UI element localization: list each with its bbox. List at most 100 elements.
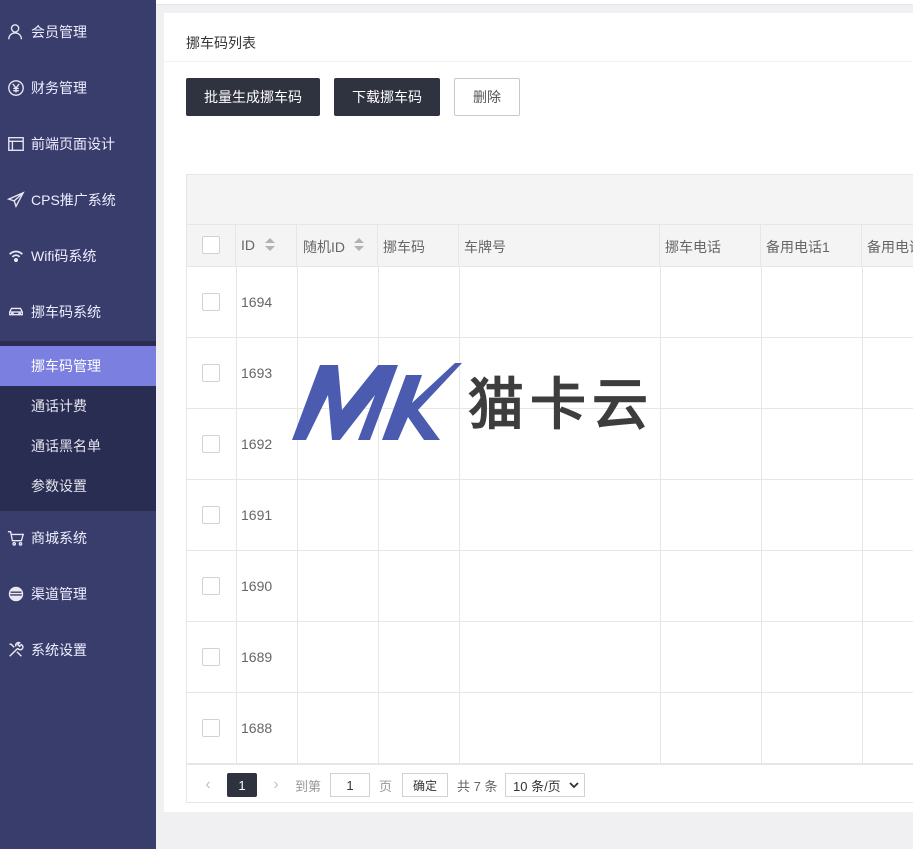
sort-icon[interactable] <box>354 238 364 252</box>
main-card: 挪车码列表 批量生成挪车码 下载挪车码 删除 ID 随机ID 挪车码 车牌号 挪… <box>164 13 913 812</box>
batch-generate-button[interactable]: 批量生成挪车码 <box>186 78 320 116</box>
header-label: ID <box>241 237 255 253</box>
per-page-value: 10 条/页 <box>513 778 561 794</box>
circle-lines-icon <box>6 584 26 604</box>
page-unit-label: 页 <box>379 778 393 794</box>
header-id[interactable]: ID <box>236 225 297 266</box>
cell-id: 1691 <box>241 507 273 523</box>
sidebar-item-channels[interactable]: 渠道管理 <box>0 572 156 616</box>
sidebar-item-label: CPS推广系统 <box>31 192 116 208</box>
goto-label: 到第 <box>295 778 322 794</box>
goto-confirm-button[interactable]: 确定 <box>402 773 448 797</box>
header-label: 备用电话 <box>867 239 913 255</box>
prev-page-icon[interactable]: ‹ <box>201 773 215 797</box>
cell-id: 1693 <box>241 365 273 381</box>
subnav-item-label: 参数设置 <box>31 478 87 494</box>
table-header: ID 随机ID 挪车码 车牌号 挪车电话 备用电话1 备用电话 <box>187 225 913 267</box>
sidebar-item-label: 系统设置 <box>31 642 87 658</box>
row-checkbox[interactable] <box>202 293 220 311</box>
sidebar-item-finance[interactable]: 财务管理 <box>0 66 156 110</box>
select-all-checkbox[interactable] <box>202 236 220 254</box>
table-toolbar <box>187 175 913 225</box>
table-row: 1692 <box>187 409 913 480</box>
header-label: 车牌号 <box>464 239 506 255</box>
sidebar-item-settings[interactable]: 系统设置 <box>0 628 156 672</box>
subnav-item-label: 通话计费 <box>31 398 87 414</box>
subnav-item-call-billing[interactable]: 通话计费 <box>0 386 156 426</box>
subnav-item-label: 通话黑名单 <box>31 438 101 454</box>
sort-icon[interactable] <box>265 238 275 252</box>
sidebar-item-wifi[interactable]: Wifi码系统 <box>0 234 156 278</box>
cell-id: 1688 <box>241 720 273 736</box>
confirm-wrap: 确定 <box>402 773 448 797</box>
header-random-id[interactable]: 随机ID <box>297 225 378 266</box>
subnav-item-label: 挪车码管理 <box>31 358 101 374</box>
sidebar-item-cps[interactable]: CPS推广系统 <box>0 178 156 222</box>
row-checkbox[interactable] <box>202 506 220 524</box>
header-checkbox-cell <box>187 225 236 266</box>
header-label: 随机ID <box>303 239 345 255</box>
header-label: 挪车码 <box>383 239 425 255</box>
user-icon <box>6 22 26 42</box>
next-page-icon[interactable]: › <box>269 773 283 797</box>
table-row: 1690 <box>187 551 913 622</box>
sidebar: 会员管理 财务管理 前端页面设计 CPS推广系统 Wifi码系统 挪车码系统 挪… <box>0 0 156 849</box>
per-page-wrap: 10 条/页 <box>505 773 585 797</box>
sidebar-item-label: 渠道管理 <box>31 586 87 602</box>
footer <box>156 812 913 849</box>
current-page[interactable]: 1 <box>227 773 257 797</box>
paper-plane-icon <box>6 190 26 210</box>
table-body: 1694 1693 1692 1691 1690 1689 1688 <box>187 267 913 764</box>
header-label: 挪车电话 <box>665 239 721 255</box>
yen-icon <box>6 78 26 98</box>
wifi-icon <box>6 246 26 266</box>
row-checkbox[interactable] <box>202 435 220 453</box>
subnav-item-parameters[interactable]: 参数设置 <box>0 466 156 506</box>
sidebar-item-mall[interactable]: 商城系统 <box>0 516 156 560</box>
sidebar-item-label: 前端页面设计 <box>31 136 115 152</box>
chevron-down-icon <box>569 782 579 789</box>
per-page-select[interactable]: 10 条/页 <box>505 773 585 797</box>
table-row: 1694 <box>187 267 913 338</box>
sidebar-item-label: 挪车码系统 <box>31 304 101 320</box>
row-checkbox[interactable] <box>202 648 220 666</box>
data-table: ID 随机ID 挪车码 车牌号 挪车电话 备用电话1 备用电话 <box>186 174 913 803</box>
header-phone: 挪车电话 <box>660 225 761 266</box>
table-row: 1693 <box>187 338 913 409</box>
cell-id: 1692 <box>241 436 273 452</box>
header-car-code: 挪车码 <box>378 225 459 266</box>
download-button[interactable]: 下载挪车码 <box>334 78 440 116</box>
header-label: 备用电话1 <box>766 239 830 255</box>
tools-icon <box>6 640 26 660</box>
goto-wrap: 1 <box>330 773 370 797</box>
sidebar-item-label: Wifi码系统 <box>31 248 97 264</box>
layout-icon <box>6 134 26 154</box>
goto-page-input[interactable]: 1 <box>330 773 370 797</box>
sidebar-item-label: 商城系统 <box>31 530 87 546</box>
cell-id: 1694 <box>241 294 273 310</box>
car-icon <box>6 302 26 322</box>
total-count: 共 7 条 <box>457 778 498 794</box>
sidebar-item-car-code[interactable]: 挪车码系统 <box>0 290 156 334</box>
header-plate: 车牌号 <box>459 225 660 266</box>
subnav-item-call-blacklist[interactable]: 通话黑名单 <box>0 426 156 466</box>
divider <box>164 61 913 62</box>
header-backup-phone-1: 备用电话1 <box>761 225 862 266</box>
sidebar-item-label: 会员管理 <box>31 24 87 40</box>
sidebar-item-members[interactable]: 会员管理 <box>0 10 156 54</box>
subnav-item-car-code-manage[interactable]: 挪车码管理 <box>0 346 156 386</box>
delete-button[interactable]: 删除 <box>454 78 520 116</box>
table-row: 1688 <box>187 693 913 764</box>
sidebar-item-frontend-design[interactable]: 前端页面设计 <box>0 122 156 166</box>
table-row: 1689 <box>187 622 913 693</box>
table-row: 1691 <box>187 480 913 551</box>
cart-icon <box>6 528 26 548</box>
row-checkbox[interactable] <box>202 364 220 382</box>
pagination: ‹ 1 › 到第 1 页 确定 共 7 条 10 条/页 <box>187 764 913 802</box>
header-backup-phone-2: 备用电话 <box>862 225 913 266</box>
sidebar-item-label: 财务管理 <box>31 80 87 96</box>
subnav: 挪车码管理 通话计费 通话黑名单 参数设置 <box>0 341 156 511</box>
row-checkbox[interactable] <box>202 719 220 737</box>
top-bar <box>156 0 913 5</box>
row-checkbox[interactable] <box>202 577 220 595</box>
